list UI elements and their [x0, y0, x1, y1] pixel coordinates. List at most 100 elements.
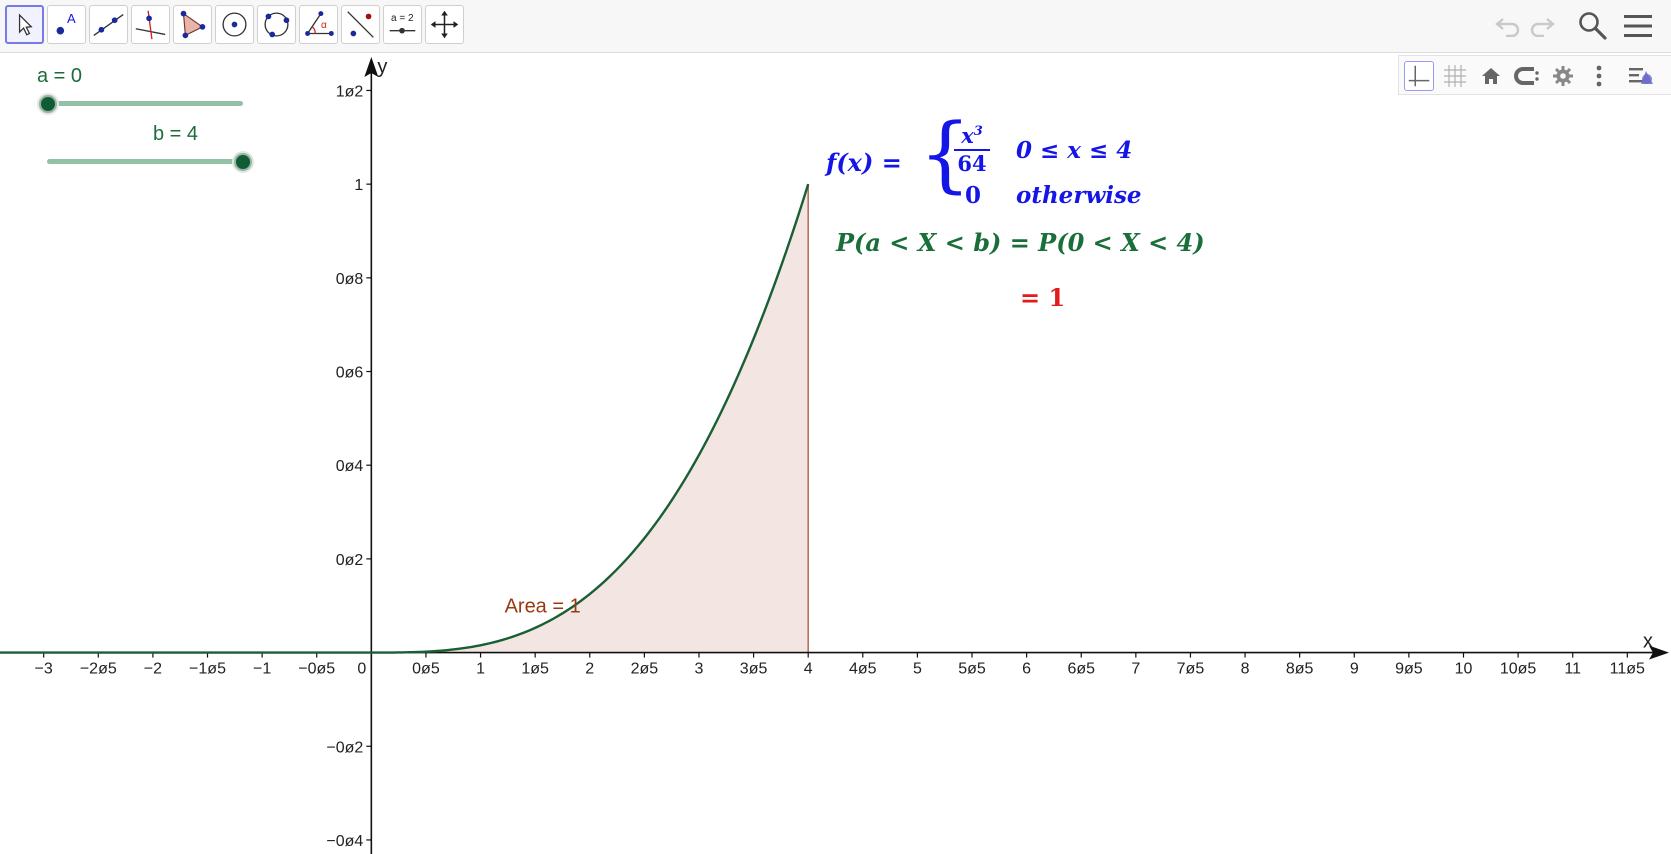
polygon-tool-button[interactable]	[173, 5, 212, 44]
definition-lhs: f(x) =	[826, 148, 902, 177]
shaded-area-region	[371, 184, 809, 653]
standard-view-button[interactable]	[1476, 61, 1506, 91]
x-tick-label: 1	[476, 661, 485, 678]
function-definition[interactable]: f(x) = { x3 64 0 ≤ x ≤ 4 0 otherwise	[826, 114, 1166, 214]
origin-label: 0	[357, 661, 366, 678]
numerator-exponent: 3	[973, 124, 983, 139]
x-tick-label: 4ø5	[849, 661, 877, 678]
x-tick-label: 7ø5	[1177, 661, 1205, 678]
polygon-icon	[180, 10, 206, 39]
point-tool-label: A	[67, 11, 76, 26]
x-tick-label: 4	[804, 661, 813, 678]
undo-icon[interactable]	[1494, 13, 1522, 37]
slider-icon	[389, 27, 416, 34]
x-tick-label: 8ø5	[1286, 661, 1314, 678]
main-toolbar: A α a = 2	[0, 0, 1671, 53]
y-tick-label: 1ø2	[336, 83, 364, 100]
y-tick-label: 0ø2	[336, 552, 364, 569]
x-tick-label: 3	[695, 661, 704, 678]
menu-icon[interactable]	[1622, 12, 1654, 40]
y-tick-label: 1	[354, 177, 363, 194]
reflect-about-line-icon	[347, 11, 374, 38]
x-tick-label: 11ø5	[1610, 661, 1645, 678]
case2-condition: otherwise	[1016, 182, 1142, 209]
toggle-axes-button[interactable]	[1404, 61, 1434, 91]
x-tick-label: −1ø5	[189, 661, 226, 678]
x-tick-label: −0ø5	[298, 661, 335, 678]
circle-tool-button[interactable]	[215, 5, 254, 44]
reflect-tool-button[interactable]	[341, 5, 380, 44]
graphics-style-bar	[1398, 55, 1671, 95]
point-capturing-button[interactable]	[1512, 61, 1542, 91]
x-tick-label: −2ø5	[80, 661, 117, 678]
circle-three-points-tool-button[interactable]	[257, 5, 296, 44]
axes-icon	[1408, 65, 1430, 87]
case1-condition: 0 ≤ x ≤ 4	[1016, 137, 1133, 164]
x-tick-label: 5	[913, 661, 922, 678]
x-tick-label: −1	[253, 661, 271, 678]
x-tick-label: 6ø5	[1067, 661, 1095, 678]
y-axis-label: y	[377, 56, 387, 78]
style-bar-toggle-button[interactable]	[1626, 61, 1656, 91]
x-tick-label: 10	[1455, 661, 1473, 678]
x-tick-label: 11	[1564, 661, 1581, 678]
case2-value: 0	[965, 182, 982, 209]
area-label: Area = 1	[505, 596, 581, 618]
x-tick-label: 8	[1241, 661, 1250, 678]
slider-tool-label: a = 2	[391, 13, 414, 24]
y-tick-label: 0ø8	[336, 271, 364, 288]
circle-three-points-icon	[264, 12, 290, 38]
angle-tool-label: α	[321, 20, 327, 31]
x-tick-label: 9ø5	[1395, 661, 1423, 678]
x-tick-label: 7	[1131, 661, 1140, 678]
fraction-numerator: x3	[954, 120, 990, 148]
toggle-grid-button[interactable]	[1440, 61, 1470, 91]
line-through-points-icon	[93, 13, 124, 36]
redo-icon[interactable]	[1528, 13, 1556, 37]
cursor-arrow-icon	[18, 13, 33, 36]
move-graphics-view-tool-button[interactable]	[425, 5, 464, 44]
y-tick-label: 0ø4	[336, 458, 364, 475]
circle-center-point-icon	[222, 12, 247, 37]
settings-button[interactable]	[1548, 61, 1578, 91]
slider-tool-button[interactable]: a = 2	[383, 5, 422, 44]
slider-a-label: a = 0	[37, 65, 83, 87]
move-tool-button[interactable]	[5, 5, 44, 44]
style-bar-toggle-icon	[1629, 68, 1653, 84]
point-capturing-icon	[1514, 67, 1539, 85]
x-tick-label: 6	[1022, 661, 1031, 678]
x-tick-label: 3ø5	[740, 661, 768, 678]
grid-icon	[1444, 65, 1466, 87]
probability-statement[interactable]: P(a < X < b) = P(0 < X < 4)	[836, 228, 1205, 257]
line-tool-button[interactable]	[89, 5, 128, 44]
perpendicular-line-tool-button[interactable]	[131, 5, 170, 44]
x-tick-label: 2	[585, 661, 594, 678]
y-tick-label: −0ø4	[326, 833, 363, 850]
more-options-button[interactable]	[1584, 61, 1614, 91]
x-tick-label: 9	[1350, 661, 1359, 678]
perpendicular-line-icon	[135, 10, 166, 40]
numerator-base: x	[961, 123, 974, 148]
case1-fraction: x3 64	[954, 120, 990, 176]
slider-b-label: b = 4	[153, 123, 199, 145]
x-axis-label: x	[1643, 631, 1653, 653]
slider-b-track[interactable]	[47, 159, 243, 164]
x-tick-label: 0ø5	[412, 661, 440, 678]
x-tick-label: −2	[144, 661, 162, 678]
probability-result[interactable]: = 1	[1020, 283, 1065, 312]
search-icon[interactable]	[1577, 10, 1609, 42]
y-tick-label: −0ø2	[326, 739, 363, 756]
more-vertical-icon	[1596, 65, 1602, 87]
fraction-denominator: 64	[957, 151, 987, 176]
angle-icon	[305, 11, 334, 36]
angle-tool-button[interactable]: α	[299, 5, 338, 44]
y-tick-label: 0ø6	[336, 365, 364, 382]
x-tick-label: 1ø5	[521, 661, 549, 678]
slider-b-knob[interactable]	[234, 153, 252, 171]
point-tool-button[interactable]: A	[47, 5, 86, 44]
slider-a-knob[interactable]	[39, 95, 57, 113]
slider-a-track[interactable]	[47, 101, 243, 106]
x-tick-label: 5ø5	[958, 661, 986, 678]
settings-icon	[1553, 66, 1573, 86]
x-tick-label: 10ø5	[1500, 661, 1537, 678]
